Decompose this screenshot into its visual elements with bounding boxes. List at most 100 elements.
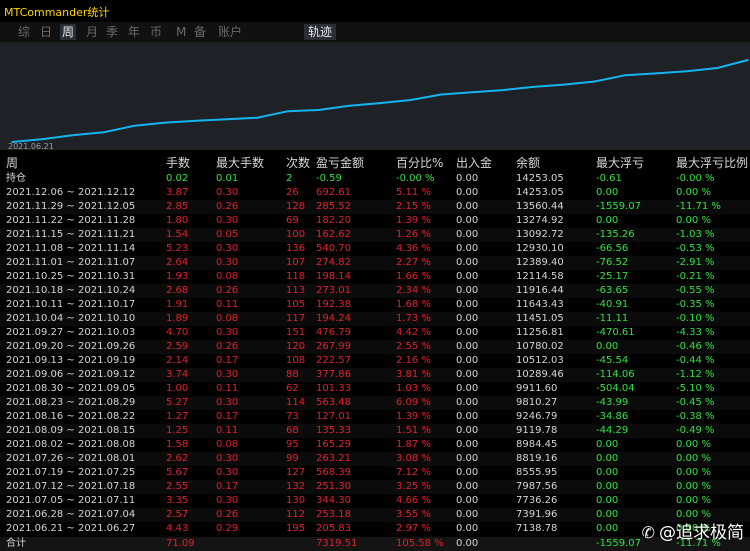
holding-cell: 0.00 <box>456 173 479 184</box>
table-cell: 10512.03 <box>516 355 564 366</box>
tab-1[interactable]: 日 <box>38 24 54 40</box>
table-cell: 377.86 <box>316 369 351 380</box>
tab-3[interactable]: 月 <box>84 24 100 40</box>
tab-8[interactable]: 备 <box>192 24 208 40</box>
balance-point <box>41 138 44 140</box>
table-cell: 0.30 <box>216 215 239 226</box>
column-header: 周 <box>6 156 19 170</box>
table-cell: 0.11 <box>216 425 239 436</box>
table-cell: 0.26 <box>216 285 239 296</box>
table-cell: 2021.10.25 ~ 2021.10.31 <box>6 271 136 282</box>
watermark: ✆ @追求极简 <box>642 518 744 543</box>
table-cell: 120 <box>286 341 306 352</box>
table-cell: 0.00 <box>456 495 479 506</box>
table-row: 2021.12.06 ~ 2021.12.12 3.87 0.30 26 692.61 5… <box>0 186 750 200</box>
column-header: 手数 <box>166 156 191 170</box>
table-cell: 194.24 <box>316 313 351 324</box>
total-cell: 0.00 <box>456 538 479 549</box>
table-cell: 0.00 <box>456 453 479 464</box>
tab-6[interactable]: 币 <box>148 24 164 40</box>
table-cell: 1.87 % <box>396 439 431 450</box>
table-cell: 0.30 <box>216 243 239 254</box>
table-cell: -25.17 <box>596 271 629 282</box>
table-row: 2021.06.21 ~ 2021.06.27 4.43 0.29 195 205.83… <box>0 522 750 536</box>
table-cell: 2.57 <box>166 509 189 520</box>
table-cell: 2021.10.11 ~ 2021.10.17 <box>6 299 136 310</box>
table-cell: 11643.43 <box>516 299 564 310</box>
table-cell: 127 <box>286 467 306 478</box>
table-cell: -66.56 <box>596 243 629 254</box>
table-cell: 0.00 <box>596 215 619 226</box>
table-cell: 7138.78 <box>516 523 558 534</box>
table-cell: 0.00 <box>456 257 479 268</box>
period-tabs: 综日周月季年币 M 备账户 轨迹 <box>0 22 750 42</box>
balance-point <box>747 59 749 61</box>
table-cell: 2021.11.15 ~ 2021.11.21 <box>6 229 136 240</box>
table-cell: 2.85 <box>166 201 189 212</box>
total-cell: 105.58 % <box>396 538 444 549</box>
table-cell: 101.33 <box>316 383 351 394</box>
table-cell: 1.89 <box>166 313 189 324</box>
holding-cell: 0.01 <box>216 173 239 184</box>
table-cell: 7987.56 <box>516 481 558 492</box>
chart-start-label: 2021.06.21 <box>8 142 54 151</box>
table-cell: 3.81 % <box>396 369 431 380</box>
table-cell: 68 <box>286 425 299 436</box>
table-row: 2021.11.15 ~ 2021.11.21 1.54 0.05 100 162.62… <box>0 228 750 242</box>
table-cell: -63.65 <box>596 285 629 296</box>
tab-4[interactable]: 季 <box>104 24 120 40</box>
table-cell: -0.38 % <box>676 411 715 422</box>
table-cell: 0.00 <box>456 187 479 198</box>
table-cell: 1.68 % <box>396 299 431 310</box>
table-cell: 0.00 <box>596 439 619 450</box>
table-cell: 0.30 <box>216 397 239 408</box>
table-cell: 0.00 <box>596 453 619 464</box>
table-row: 2021.10.25 ~ 2021.10.31 1.93 0.08 118 198.14… <box>0 270 750 284</box>
table-cell: 692.61 <box>316 187 351 198</box>
table-cell: 118 <box>286 271 306 282</box>
table-cell: 0.00 <box>456 509 479 520</box>
table-cell: -45.54 <box>596 355 629 366</box>
table-cell: 100 <box>286 229 306 240</box>
tab-10[interactable]: 轨迹 <box>304 24 337 40</box>
table-cell: 0.30 <box>216 327 239 338</box>
tab-7[interactable]: M <box>174 24 188 40</box>
watermark-text: @追求极简 <box>659 523 744 543</box>
table-cell: 0.08 <box>216 313 239 324</box>
table-row: 2021.08.16 ~ 2021.08.22 1.27 0.17 73 127.01 1… <box>0 410 750 424</box>
table-cell: 108 <box>286 355 306 366</box>
table-cell: 540.70 <box>316 243 351 254</box>
tab-2[interactable]: 周 <box>60 24 77 40</box>
table-cell: 0.00 % <box>676 439 711 450</box>
table-cell: 11451.05 <box>516 313 564 324</box>
balance-point <box>348 104 351 107</box>
table-cell: 0.00 <box>596 187 619 198</box>
table-cell: 2.64 <box>166 257 189 268</box>
balance-point <box>440 93 443 96</box>
table-cell: 476.79 <box>316 327 351 338</box>
table-cell: 0.00 <box>456 481 479 492</box>
balance-point <box>685 70 688 73</box>
table-cell: 1.58 <box>166 439 189 450</box>
table-cell: 135.33 <box>316 425 351 436</box>
table-cell: 0.00 % <box>676 215 711 226</box>
tab-0[interactable]: 综 <box>16 24 32 40</box>
table-cell: 0.00 <box>456 229 479 240</box>
table-cell: 127.01 <box>316 411 351 422</box>
tab-9[interactable]: 账户 <box>216 24 244 40</box>
balance-point <box>72 134 75 136</box>
table-cell: 95 <box>286 439 299 450</box>
table-cell: 198.14 <box>316 271 351 282</box>
column-header: 余额 <box>516 156 541 170</box>
holding-cell: -0.59 <box>316 173 342 184</box>
tab-5[interactable]: 年 <box>126 24 142 40</box>
table-cell: 9119.78 <box>516 425 558 436</box>
table-cell: 0.00 <box>456 215 479 226</box>
table-cell: 0.26 <box>216 201 239 212</box>
table-cell: 9810.27 <box>516 397 558 408</box>
table-cell: 2021.12.06 ~ 2021.12.12 <box>6 187 136 198</box>
table-cell: 5.11 % <box>396 187 431 198</box>
holding-row: 持仓 0.02 0.01 2 -0.59 -0.00 % 0.00 14253.05 -0.61… <box>0 172 750 186</box>
table-cell: 5.67 <box>166 467 189 478</box>
table-cell: 2.55 % <box>396 341 431 352</box>
